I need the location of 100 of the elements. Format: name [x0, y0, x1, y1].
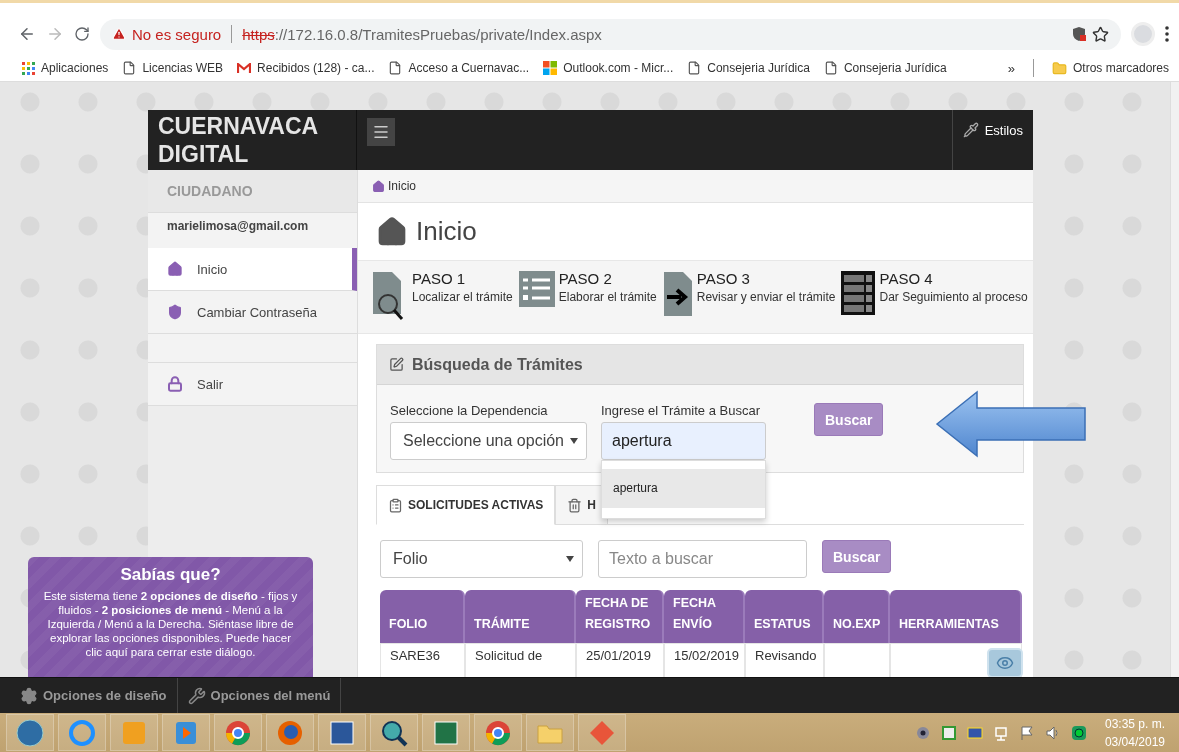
column-header: HERRAMIENTAS	[890, 590, 1022, 643]
menu-icon	[372, 123, 390, 141]
reload-icon	[74, 26, 90, 42]
panel-title: Búsqueda de Trámites	[412, 355, 583, 374]
bookmark-link[interactable]: Consejeria Jurídica	[687, 61, 810, 75]
breadcrumb-link[interactable]: Inicio	[358, 170, 1033, 203]
column-header: TRÁMITE	[465, 590, 576, 643]
column-header: FECHA ENVÍO	[664, 590, 745, 643]
start-orb-icon	[16, 718, 44, 747]
taskbar-button[interactable]	[318, 714, 366, 751]
flag-icon[interactable]	[1018, 724, 1035, 741]
menu-toggle-button[interactable]	[367, 118, 395, 146]
user-email: marielimosa@gmail.com	[148, 213, 357, 248]
lock-icon	[167, 376, 183, 392]
suggestion-item[interactable]: apertura	[602, 469, 765, 508]
other-bookmarks-link[interactable]: Otros marcadores	[1051, 60, 1169, 76]
taskbar-button[interactable]	[422, 714, 470, 751]
round-browser-icon	[484, 718, 512, 747]
sidebar-item[interactable]: Inicio	[148, 248, 357, 291]
wrench-icon	[187, 686, 206, 705]
clipboard-icon	[388, 497, 403, 513]
step-title: PASO 2	[558, 271, 613, 287]
speaker-icon[interactable]	[1044, 724, 1061, 741]
round-tray-icon[interactable]	[1070, 724, 1087, 741]
dependency-select[interactable]: Seleccione una opción	[390, 422, 587, 460]
diamond-app-icon	[588, 718, 616, 747]
tiles-icon	[543, 61, 558, 75]
page-icon	[122, 61, 137, 75]
address-bar[interactable]: No es seguro https://172.16.0.8/TramitesPruebas/private/Index.aspx	[100, 18, 1121, 50]
page-icon	[388, 61, 403, 75]
back-button[interactable]	[18, 25, 36, 43]
step-description: Elaborar el trámite	[558, 290, 657, 304]
url-text: https://172.16.0.8/TramitesPruebas/private/Index.aspx	[242, 25, 602, 43]
taskbar-button[interactable]	[6, 714, 54, 751]
page-icon	[687, 61, 702, 75]
webcam-icon[interactable]	[914, 724, 931, 741]
apps-grid-icon	[22, 61, 35, 75]
view-button[interactable]	[987, 648, 1023, 677]
clock-date: 03/04/2019	[1104, 733, 1165, 751]
bookmark-link[interactable]: Recibidos (128) - ca...	[237, 61, 375, 75]
bookmark-link[interactable]: Acceso a Cuernavac...	[388, 61, 530, 75]
field-label: Seleccione la Dependencia	[390, 403, 549, 418]
reload-button[interactable]	[74, 26, 90, 42]
column-header: FECHA DE REGISTRO	[576, 590, 664, 643]
bookmark-link[interactable]: Aplicaciones	[22, 61, 109, 75]
step-title: PASO 1	[412, 271, 467, 287]
edit-icon	[389, 357, 404, 372]
eye-icon	[996, 654, 1014, 672]
document-app-icon	[328, 718, 356, 747]
more-bookmarks-button[interactable]: »	[1007, 60, 1015, 76]
search-text-field[interactable]: Texto a buscar	[598, 540, 807, 578]
document-arrow-icon	[662, 271, 693, 317]
step-title: PASO 3	[696, 271, 751, 287]
field-select[interactable]: Folio	[380, 540, 583, 578]
bookmark-link[interactable]: Consejeria Jurídica	[823, 61, 947, 75]
page-icon	[823, 61, 838, 75]
caret-icon	[570, 438, 578, 444]
home-icon	[376, 215, 408, 248]
home-icon	[372, 179, 385, 193]
tip-title: Sabías que?	[119, 565, 222, 585]
list-icon	[518, 271, 555, 307]
column-header: NO.EXP	[824, 590, 890, 643]
mail-icon	[237, 62, 252, 74]
caret-icon	[566, 556, 574, 562]
monitor-icon[interactable]	[966, 724, 983, 741]
folder-icon	[1051, 60, 1067, 76]
bookmark-link[interactable]: Licencias WEB	[122, 61, 224, 75]
kebab-menu-icon	[1165, 26, 1169, 42]
home-icon	[167, 261, 183, 277]
clock-time: 03:35 p. m.	[1104, 715, 1165, 733]
forward-arrow-icon	[46, 25, 64, 43]
round-browser-icon	[224, 718, 252, 747]
eyedropper-icon	[962, 122, 979, 138]
role-label: CIUDADANO	[148, 170, 357, 213]
menu-button[interactable]	[1165, 26, 1169, 42]
security-status: No es seguro	[132, 25, 222, 43]
tip-text: Este sistema tiene 2 opciones de diseño - fijos y fluidos - 2 posiciones de menú - Menú a la Izquierda / Menú a la Derecha. Siéntase libre de explorar las opciones disponibles. Puede hacer clic aquí para cerrar este diálogo.	[42, 589, 299, 659]
shield-icon	[167, 304, 183, 320]
column-header: FOLIO	[380, 590, 465, 643]
scrollbar[interactable]	[1170, 82, 1179, 677]
tab[interactable]: SOLICITUDES ACTIVAS	[376, 485, 556, 525]
checklist-icon	[841, 271, 876, 315]
bookmark-star-icon[interactable]	[1092, 25, 1109, 43]
step-description: Localizar el trámite	[412, 290, 513, 304]
shield-badge-icon[interactable]	[1072, 26, 1086, 42]
taskbar-button[interactable]	[370, 714, 418, 751]
search-field[interactable]: apertura	[601, 422, 766, 460]
sidebar-item[interactable]: Salir	[148, 363, 357, 406]
tip-popup[interactable]	[28, 557, 313, 677]
step-title: PASO 4	[879, 271, 934, 287]
gear-icon	[20, 686, 38, 705]
bookmark-link[interactable]: Outlook.com - Micr...	[543, 61, 674, 75]
sidebar-item[interactable]: Cambiar Contraseña	[148, 291, 357, 334]
field-label: Ingrese el Trámite a Buscar	[601, 403, 761, 418]
page-title: Inicio	[416, 216, 477, 247]
taskbar-button[interactable]	[474, 714, 522, 751]
step-description: Dar Seguimiento al proceso	[879, 290, 1028, 304]
taskbar-button[interactable]	[266, 714, 314, 751]
taskbar-button[interactable]	[214, 714, 262, 751]
network-icon[interactable]	[992, 724, 1009, 741]
